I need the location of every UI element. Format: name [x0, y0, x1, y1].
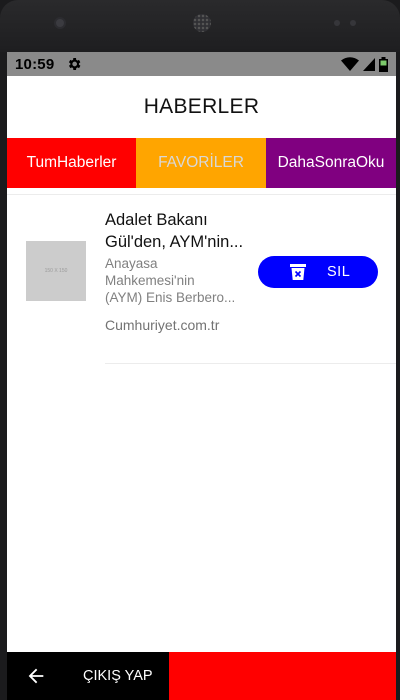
news-desc-line: (AYM) Enis Berbero...	[105, 290, 236, 305]
app-screen: 10:59 HABERLER TumHaberler FAVORİLER Dah…	[7, 52, 396, 700]
signal-icon	[363, 57, 375, 71]
wifi-icon	[341, 57, 359, 71]
news-title: Adalet Bakanı Gül'den, AYM'nin...	[105, 209, 255, 253]
logout-button[interactable]: ÇIKIŞ YAP	[7, 652, 169, 700]
news-title-line: Gül'den, AYM'nin...	[105, 233, 244, 251]
news-thumbnail: 150 X 150	[26, 241, 86, 301]
news-description: Anayasa Mahkemesi'nin (AYM) Enis Berbero…	[105, 255, 250, 306]
battery-icon	[379, 56, 388, 72]
tab-tum-haberler[interactable]: TumHaberler	[7, 138, 136, 188]
tab-daha-sonra-oku[interactable]: DahaSonraOku	[266, 138, 396, 188]
news-desc-line: Anayasa	[105, 256, 158, 271]
delete-button-label: SIL	[327, 264, 351, 280]
news-title-line: Adalet Bakanı	[105, 211, 208, 229]
bottom-red-panel	[169, 652, 396, 700]
gear-icon	[69, 58, 81, 70]
status-bar: 10:59	[7, 52, 396, 76]
thumbnail-placeholder-text: 150 X 150	[44, 268, 68, 274]
status-time: 10:59	[15, 55, 55, 73]
news-desc-line: Mahkemesi'nin	[105, 273, 195, 288]
tab-bar: TumHaberler FAVORİLER DahaSonraOku	[7, 138, 396, 188]
light-sensor	[350, 20, 356, 26]
divider	[7, 188, 396, 195]
phone-bezel	[0, 0, 400, 52]
status-icons	[341, 56, 388, 72]
logout-label: ÇIKIŞ YAP	[83, 668, 153, 684]
earpiece-speaker	[193, 14, 211, 32]
proximity-sensor	[334, 20, 340, 26]
delete-button[interactable]: SIL	[258, 256, 378, 288]
trash-icon	[290, 264, 306, 280]
news-source: Cumhuriyet.com.tr	[105, 317, 220, 333]
tab-favoriler[interactable]: FAVORİLER	[136, 138, 266, 188]
page-title: HABERLER	[143, 95, 260, 118]
list-item[interactable]: 150 X 150 Adalet Bakanı Gül'den, AYM'nin…	[7, 195, 396, 365]
arrow-left-icon	[28, 668, 44, 684]
bottom-bar: ÇIKIŞ YAP	[7, 652, 396, 700]
item-divider	[105, 363, 396, 364]
front-camera	[54, 17, 66, 29]
